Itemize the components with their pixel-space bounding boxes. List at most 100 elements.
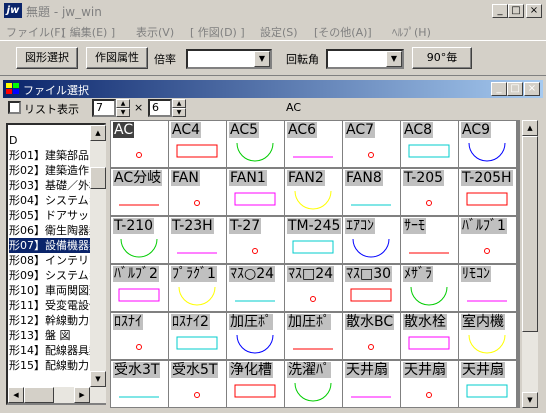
- hscroll-thumb[interactable]: [24, 387, 54, 403]
- dialog-minimize-button[interactable]: _: [491, 82, 507, 96]
- menu-view[interactable]: 表示(V): [136, 24, 174, 40]
- rotate-90-button[interactable]: 90°毎: [412, 47, 472, 69]
- symbol-label: AC7: [345, 122, 376, 138]
- symbol-cell[interactable]: 加圧ﾎﾟ: [285, 313, 342, 359]
- tree-item[interactable]: 形06】衛生陶器類: [9, 223, 100, 238]
- symbol-cell[interactable]: 浄化槽: [227, 361, 284, 407]
- symbol-grid: AC AC4 AC5 AC6 AC7 AC8 AC9 AC分岐 FAN FAN1 FAN2 FAN8 T…: [110, 120, 520, 408]
- chevron-down-icon[interactable]: ▼: [254, 51, 270, 67]
- symbol-cell[interactable]: ﾘﾓｺﾝ: [459, 265, 516, 311]
- symbol-cell[interactable]: ﾌﾟﾗｸﾞ1: [169, 265, 226, 311]
- rows-spinner[interactable]: ▲ ▼: [172, 99, 186, 117]
- symbol-cell[interactable]: ﾛｽﾅｲ: [111, 313, 168, 359]
- tree-item[interactable]: D: [9, 133, 17, 148]
- symbol-cell[interactable]: T-205: [401, 169, 458, 215]
- symbol-cell[interactable]: ﾛｽﾅｲ2: [169, 313, 226, 359]
- up-arrow-icon[interactable]: ▲: [172, 99, 186, 108]
- symbol-cell[interactable]: T-27: [227, 217, 284, 263]
- symbol-cell[interactable]: AC4: [169, 121, 226, 167]
- down-arrow-icon[interactable]: ▼: [116, 108, 130, 117]
- tree-item[interactable]: 形12】幹線動力図: [9, 313, 100, 328]
- menu-help[interactable]: ﾍﾙﾌﾟ(H): [392, 24, 431, 40]
- symbol-cell[interactable]: 洗濯ﾊﾟ: [285, 361, 342, 407]
- symbol-cell[interactable]: AC7: [343, 121, 400, 167]
- scroll-down-icon[interactable]: ▼: [90, 371, 106, 387]
- tree-hscrollbar[interactable]: ◀ ▶: [8, 387, 106, 403]
- shape-select-button[interactable]: 図形選択: [16, 47, 78, 69]
- symbol-cell[interactable]: 散水栓: [401, 313, 458, 359]
- up-arrow-icon[interactable]: ▲: [116, 99, 130, 108]
- rows-input[interactable]: 6: [148, 99, 172, 117]
- menu-settings[interactable]: 設定(S): [260, 24, 298, 40]
- symbol-cell[interactable]: ﾏｽ○24: [227, 265, 284, 311]
- symbol-cell[interactable]: ﾏｽ□24: [285, 265, 342, 311]
- symbol-cell[interactable]: AC: [111, 121, 168, 167]
- tree-item[interactable]: 形11】受変電設備: [9, 298, 100, 313]
- minimize-button[interactable]: _: [492, 4, 508, 18]
- draw-attr-button[interactable]: 作図属性: [86, 47, 148, 69]
- symbol-cell[interactable]: AC6: [285, 121, 342, 167]
- tree-item[interactable]: 形13】盤 図: [9, 328, 71, 343]
- grid-scroll-thumb[interactable]: [522, 136, 538, 332]
- symbol-cell[interactable]: ﾏｽ□30: [343, 265, 400, 311]
- symbol-cell[interactable]: AC8: [401, 121, 458, 167]
- tree-item[interactable]: 形01】建築部品: [9, 148, 89, 163]
- tree-item[interactable]: 形14】配線器具類: [9, 343, 100, 358]
- symbol-cell[interactable]: 受水3T: [111, 361, 168, 407]
- symbol-cell[interactable]: ﾊﾞﾙﾌﾞ2: [111, 265, 168, 311]
- cols-spinner[interactable]: ▲ ▼: [116, 99, 130, 117]
- symbol-cell[interactable]: ﾊﾞﾙﾌﾞ1: [459, 217, 516, 263]
- menu-file[interactable]: ファイル(F): [6, 24, 65, 40]
- tree-item[interactable]: 形10】車両関図形: [9, 283, 100, 298]
- menu-edit[interactable]: [ 編集(E) ]: [62, 24, 115, 40]
- scroll-up-icon[interactable]: ▲: [90, 125, 106, 141]
- symbol-cell[interactable]: ｻｰﾓ: [401, 217, 458, 263]
- symbol-cell[interactable]: 室内機: [459, 313, 516, 359]
- dialog-title: ファイル選択: [23, 84, 89, 97]
- symbol-cell[interactable]: AC5: [227, 121, 284, 167]
- down-arrow-icon[interactable]: ▼: [172, 108, 186, 117]
- symbol-cell[interactable]: FAN2: [285, 169, 342, 215]
- cols-input[interactable]: 7: [92, 99, 116, 117]
- symbol-cell[interactable]: AC9: [459, 121, 516, 167]
- symbol-cell[interactable]: 天井扇: [401, 361, 458, 407]
- chevron-down-icon[interactable]: ▼: [386, 51, 402, 67]
- tree-item[interactable]: 形02】建築造作: [9, 163, 89, 178]
- tree-item[interactable]: 形08】インテリア: [9, 253, 100, 268]
- scroll-up-icon[interactable]: ▲: [522, 120, 538, 136]
- symbol-cell[interactable]: ﾒｻﾞﾗ: [401, 265, 458, 311]
- symbol-cell[interactable]: TM-245: [285, 217, 342, 263]
- dialog-close-button[interactable]: ×: [524, 82, 540, 96]
- symbol-cell[interactable]: 受水5T: [169, 361, 226, 407]
- symbol-cell[interactable]: FAN1: [227, 169, 284, 215]
- dialog-maximize-button[interactable]: □: [507, 82, 523, 96]
- symbol-cell[interactable]: AC分岐: [111, 169, 168, 215]
- scroll-left-icon[interactable]: ◀: [8, 387, 24, 403]
- list-view-checkbox[interactable]: [8, 101, 21, 114]
- scale-combo[interactable]: ▼: [186, 49, 272, 69]
- tree-item[interactable]: 形15】配線動力: [9, 358, 89, 373]
- symbol-cell[interactable]: FAN: [169, 169, 226, 215]
- scale-label: 倍率: [154, 53, 176, 66]
- symbol-cell[interactable]: 散水BC: [343, 313, 400, 359]
- tree-item[interactable]: 形03】基礎／外構: [9, 178, 100, 193]
- tree-vscrollbar[interactable]: ▲ ▼: [90, 125, 106, 387]
- symbol-cell[interactable]: ｴｱｺﾝ: [343, 217, 400, 263]
- menu-other[interactable]: [その他(A)]: [314, 24, 372, 40]
- scroll-right-icon[interactable]: ▶: [74, 387, 90, 403]
- symbol-cell[interactable]: 加圧ﾎﾟ: [227, 313, 284, 359]
- menu-draw[interactable]: [ 作図(D) ]: [190, 24, 245, 40]
- grid-vscrollbar[interactable]: ▲ ▼: [522, 120, 538, 408]
- symbol-cell[interactable]: T-23H: [169, 217, 226, 263]
- rotation-combo[interactable]: ▼: [326, 49, 404, 69]
- maximize-button[interactable]: □: [508, 4, 524, 18]
- scroll-thumb[interactable]: [90, 167, 106, 189]
- symbol-cell[interactable]: T-210: [111, 217, 168, 263]
- tree-item[interactable]: 形07】設備機器類: [9, 238, 100, 253]
- symbol-cell[interactable]: 天井扇: [343, 361, 400, 407]
- close-button[interactable]: ×: [526, 4, 542, 18]
- symbol-cell[interactable]: FAN8: [343, 169, 400, 215]
- symbol-cell[interactable]: 天井扇: [459, 361, 516, 407]
- scroll-down-icon[interactable]: ▼: [522, 392, 538, 408]
- symbol-cell[interactable]: T-205H: [459, 169, 516, 215]
